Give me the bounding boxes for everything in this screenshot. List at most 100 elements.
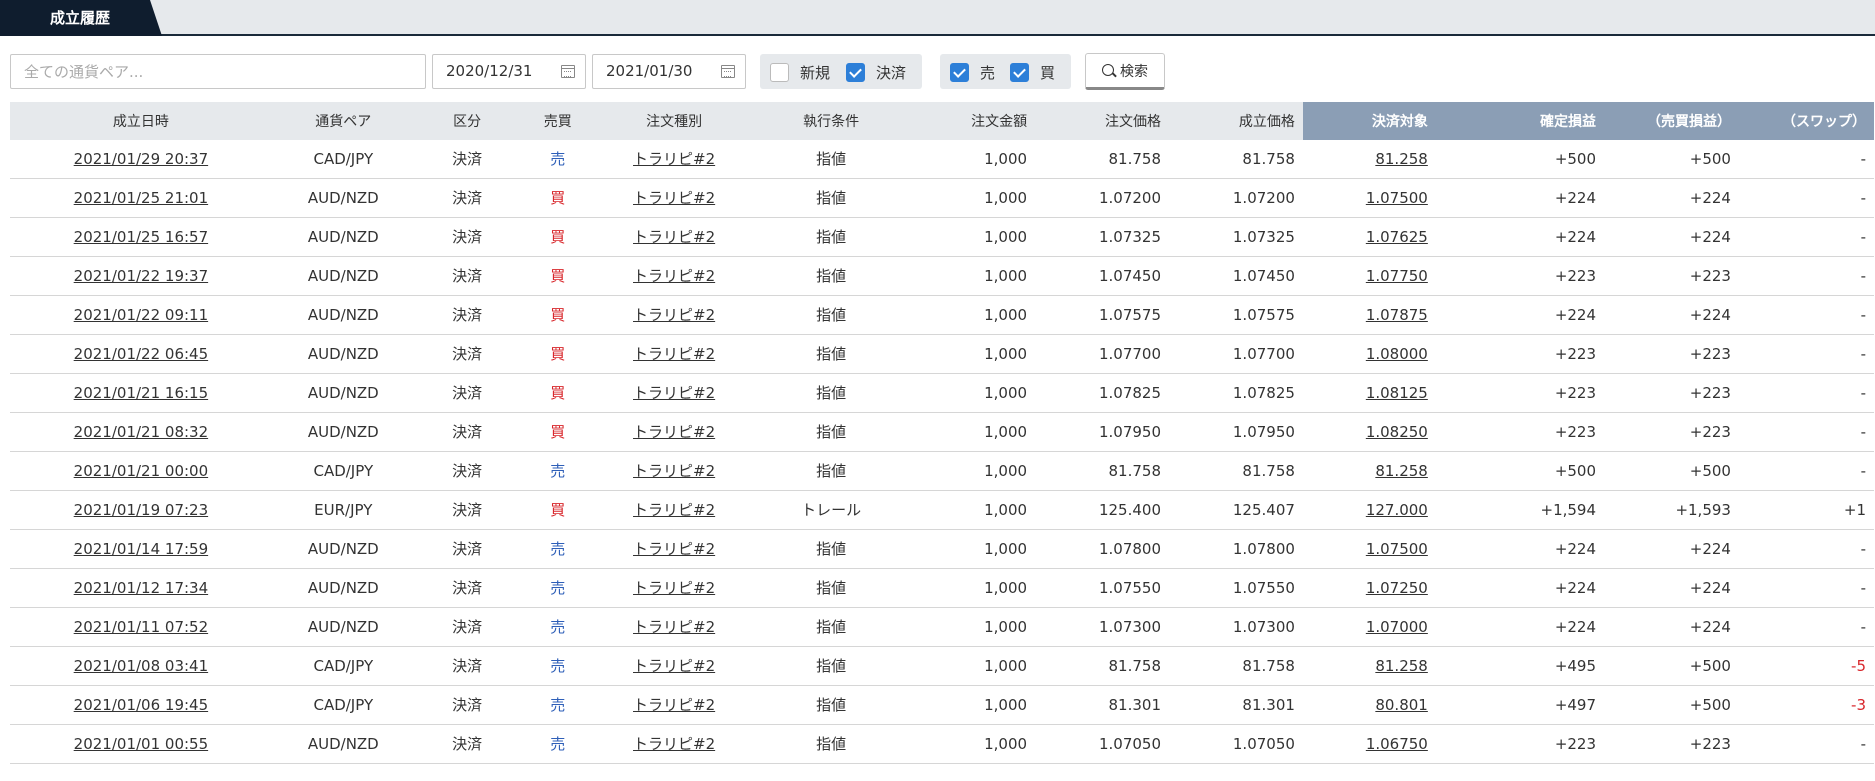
exec-datetime-link[interactable]: 2021/01/21 16:15 bbox=[74, 384, 208, 402]
exec-datetime-link[interactable]: 2021/01/29 20:37 bbox=[74, 150, 208, 168]
col-exec-datetime[interactable]: 成立日時 bbox=[10, 102, 272, 140]
exec-datetime-link[interactable]: 2021/01/21 00:00 bbox=[74, 462, 208, 480]
exec-datetime-link[interactable]: 2021/01/11 07:52 bbox=[74, 618, 208, 636]
settlement-target-link[interactable]: 1.07000 bbox=[1366, 618, 1428, 636]
order-type-link[interactable]: トラリピ#2 bbox=[633, 228, 715, 246]
exec-datetime-link[interactable]: 2021/01/14 17:59 bbox=[74, 540, 208, 558]
cell-order-type: トラリピ#2 bbox=[596, 256, 753, 296]
settlement-target-link[interactable]: 1.08000 bbox=[1366, 345, 1428, 363]
cell-order-type: トラリピ#2 bbox=[596, 646, 753, 686]
col-trading-pl[interactable]: （売買損益） bbox=[1604, 102, 1739, 140]
order-type-link[interactable]: トラリピ#2 bbox=[633, 540, 715, 558]
order-type-link[interactable]: トラリピ#2 bbox=[633, 306, 715, 324]
col-side[interactable]: 売買 bbox=[519, 102, 597, 140]
col-settlement-target[interactable]: 決済対象 bbox=[1302, 102, 1436, 140]
order-type-link[interactable]: トラリピ#2 bbox=[633, 345, 715, 363]
cell-side: 買 bbox=[519, 412, 597, 452]
col-realized-pl[interactable]: 確定損益 bbox=[1435, 102, 1605, 140]
exec-datetime-link[interactable]: 2021/01/22 06:45 bbox=[74, 345, 208, 363]
col-exec-condition[interactable]: 執行条件 bbox=[752, 102, 911, 140]
order-type-link[interactable]: トラリピ#2 bbox=[633, 462, 715, 480]
exec-datetime-link[interactable]: 2021/01/22 19:37 bbox=[74, 267, 208, 285]
checkbox-buy[interactable]: 買 bbox=[1010, 62, 1055, 83]
exec-datetime-link[interactable]: 2021/01/25 16:57 bbox=[74, 228, 208, 246]
calendar-icon[interactable] bbox=[561, 65, 575, 78]
exec-datetime-link[interactable]: 2021/01/21 08:32 bbox=[74, 423, 208, 441]
settlement-target-link[interactable]: 80.801 bbox=[1375, 696, 1428, 714]
settlement-target-link[interactable]: 1.08250 bbox=[1366, 423, 1428, 441]
cell-category: 決済 bbox=[414, 217, 520, 257]
cell-order-type: トラリピ#2 bbox=[596, 607, 753, 647]
cell-side: 売 bbox=[519, 568, 597, 608]
cell-swap: - bbox=[1738, 373, 1874, 413]
order-type-link[interactable]: トラリピ#2 bbox=[633, 150, 715, 168]
order-type-link[interactable]: トラリピ#2 bbox=[633, 423, 715, 441]
settlement-target-link[interactable]: 1.07750 bbox=[1366, 267, 1428, 285]
cell-exec-datetime: 2021/01/19 07:23 bbox=[10, 490, 272, 530]
cell-settlement-target: 81.258 bbox=[1302, 140, 1436, 179]
settlement-target-link[interactable]: 1.07500 bbox=[1366, 540, 1428, 558]
settlement-target-link[interactable]: 1.07875 bbox=[1366, 306, 1428, 324]
cell-category: 決済 bbox=[414, 568, 520, 608]
col-order-amount[interactable]: 注文金額 bbox=[910, 102, 1036, 140]
settlement-target-link[interactable]: 1.07500 bbox=[1366, 189, 1428, 207]
settlement-target-link[interactable]: 81.258 bbox=[1375, 657, 1428, 675]
cell-exec-price: 1.07200 bbox=[1169, 178, 1303, 218]
settlement-target-link[interactable]: 1.07625 bbox=[1366, 228, 1428, 246]
exec-datetime-link[interactable]: 2021/01/19 07:23 bbox=[74, 501, 208, 519]
exec-datetime-link[interactable]: 2021/01/08 03:41 bbox=[74, 657, 208, 675]
order-type-link[interactable]: トラリピ#2 bbox=[633, 501, 715, 519]
date-to-field[interactable]: 2021/01/30 bbox=[592, 54, 746, 89]
cell-swap: - bbox=[1738, 724, 1874, 764]
settlement-target-link[interactable]: 1.07250 bbox=[1366, 579, 1428, 597]
checkbox-settle-box[interactable] bbox=[846, 63, 865, 82]
checkbox-buy-box[interactable] bbox=[1010, 63, 1029, 82]
cell-side: 売 bbox=[519, 646, 597, 686]
cell-settlement-target: 1.07875 bbox=[1302, 295, 1436, 335]
col-swap[interactable]: （スワップ） bbox=[1738, 102, 1874, 140]
exec-datetime-link[interactable]: 2021/01/22 09:11 bbox=[74, 306, 208, 324]
search-button[interactable]: 検索 bbox=[1085, 53, 1165, 90]
exec-datetime-link[interactable]: 2021/01/06 19:45 bbox=[74, 696, 208, 714]
col-currency-pair[interactable]: 通貨ペア bbox=[271, 102, 415, 140]
order-type-link[interactable]: トラリピ#2 bbox=[633, 696, 715, 714]
cell-order-price: 1.07450 bbox=[1035, 256, 1169, 296]
cell-order-price: 1.07200 bbox=[1035, 178, 1169, 218]
settlement-target-link[interactable]: 1.08125 bbox=[1366, 384, 1428, 402]
order-type-link[interactable]: トラリピ#2 bbox=[633, 579, 715, 597]
date-from-field[interactable]: 2020/12/31 bbox=[432, 54, 586, 89]
settlement-target-link[interactable]: 1.06750 bbox=[1366, 735, 1428, 753]
cell-exec-price: 81.758 bbox=[1169, 646, 1303, 686]
order-type-link[interactable]: トラリピ#2 bbox=[633, 384, 715, 402]
checkbox-new-box[interactable] bbox=[770, 63, 789, 82]
tab-execution-history[interactable]: 成立履歴 bbox=[0, 0, 162, 36]
settlement-target-link[interactable]: 127.000 bbox=[1366, 501, 1428, 519]
cell-side: 買 bbox=[519, 373, 597, 413]
checkbox-sell[interactable]: 売 bbox=[950, 62, 995, 83]
order-type-link[interactable]: トラリピ#2 bbox=[633, 735, 715, 753]
exec-datetime-link[interactable]: 2021/01/25 21:01 bbox=[74, 189, 208, 207]
cell-currency-pair: AUD/NZD bbox=[271, 178, 415, 218]
order-type-link[interactable]: トラリピ#2 bbox=[633, 618, 715, 636]
exec-datetime-link[interactable]: 2021/01/01 00:55 bbox=[74, 735, 208, 753]
table-row: 2021/01/14 17:59 AUD/NZD 決済売トラリピ#2 指値 1,000 1… bbox=[10, 529, 1874, 569]
cell-swap: - bbox=[1738, 607, 1874, 647]
calendar-icon[interactable] bbox=[721, 65, 735, 78]
checkbox-new[interactable]: 新規 bbox=[770, 62, 830, 83]
order-type-link[interactable]: トラリピ#2 bbox=[633, 267, 715, 285]
col-category[interactable]: 区分 bbox=[414, 102, 520, 140]
cell-realized-pl: +224 bbox=[1435, 529, 1605, 569]
checkbox-sell-box[interactable] bbox=[950, 63, 969, 82]
settlement-target-link[interactable]: 81.258 bbox=[1375, 150, 1428, 168]
currency-pair-input[interactable] bbox=[10, 54, 426, 89]
cell-swap: - bbox=[1738, 178, 1874, 218]
col-order-type[interactable]: 注文種別 bbox=[596, 102, 753, 140]
order-type-link[interactable]: トラリピ#2 bbox=[633, 657, 715, 675]
cell-order-amount: 1,000 bbox=[910, 217, 1036, 257]
exec-datetime-link[interactable]: 2021/01/12 17:34 bbox=[74, 579, 208, 597]
order-type-link[interactable]: トラリピ#2 bbox=[633, 189, 715, 207]
checkbox-settle[interactable]: 決済 bbox=[846, 62, 906, 83]
settlement-target-link[interactable]: 81.258 bbox=[1375, 462, 1428, 480]
col-exec-price[interactable]: 成立価格 bbox=[1169, 102, 1303, 140]
col-order-price[interactable]: 注文価格 bbox=[1035, 102, 1169, 140]
